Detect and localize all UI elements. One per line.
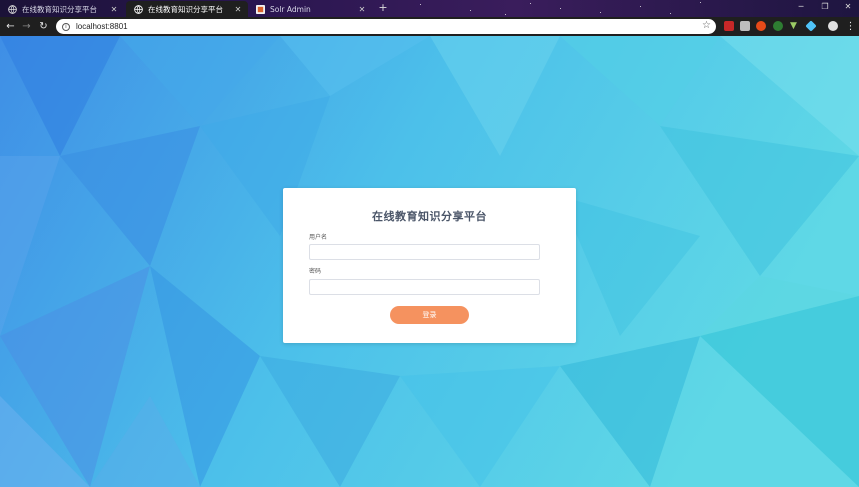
tab-title: 在线教育知识分享平台 <box>148 4 223 14</box>
adblock-extension-icon[interactable] <box>724 21 734 31</box>
tab-title: 在线教育知识分享平台 <box>22 4 97 14</box>
back-arrow-icon[interactable]: ← <box>4 20 17 33</box>
login-card: 在线教育知识分享平台 用户名 密码 登录 <box>283 188 576 343</box>
bookmark-star-icon[interactable]: ☆ <box>702 20 711 31</box>
url-text[interactable]: localhost:8801 <box>76 22 128 31</box>
menu-icon[interactable]: ⋮ <box>844 20 857 33</box>
globe-icon <box>134 4 143 14</box>
tab-online-education-2[interactable]: 在线教育知识分享平台 ✕ <box>126 1 248 17</box>
username-label: 用户名 <box>309 234 328 241</box>
browser-toolbar: ← → ↻ i localhost:8801 ☆ ▼ ⋮ <box>0 17 859 36</box>
close-tab-icon[interactable]: ✕ <box>233 5 243 14</box>
close-tab-icon[interactable]: ✕ <box>109 5 119 14</box>
globe-icon <box>8 4 17 14</box>
close-tab-icon[interactable]: ✕ <box>357 5 367 14</box>
info-icon[interactable]: i <box>62 22 70 31</box>
forward-arrow-icon[interactable]: → <box>20 20 33 33</box>
browser-tab-strip: 在线教育知识分享平台 ✕ 在线教育知识分享平台 ✕ Solr Admin ✕ +… <box>0 0 859 17</box>
solr-icon <box>256 4 265 14</box>
login-page: 在线教育知识分享平台 用户名 密码 登录 <box>0 36 859 487</box>
address-bar[interactable]: i localhost:8801 ☆ <box>56 19 716 34</box>
tab-title: Solr Admin <box>270 4 311 14</box>
username-input[interactable] <box>309 244 540 260</box>
extension-icon[interactable] <box>805 20 817 32</box>
login-button[interactable]: 登录 <box>390 306 469 324</box>
extension-icon[interactable] <box>773 21 783 31</box>
password-label: 密码 <box>309 268 322 275</box>
tab-solr-admin[interactable]: Solr Admin ✕ <box>248 1 372 17</box>
page-title: 在线教育知识分享平台 <box>372 210 487 223</box>
password-input[interactable] <box>309 279 540 295</box>
close-window-button[interactable]: ✕ <box>835 0 859 14</box>
extension-icon[interactable] <box>740 21 750 31</box>
new-tab-button[interactable]: + <box>377 2 389 14</box>
extension-icon[interactable] <box>756 21 766 31</box>
avatar[interactable] <box>828 21 838 31</box>
tab-online-education-1[interactable]: 在线教育知识分享平台 ✕ <box>0 1 124 17</box>
reload-icon[interactable]: ↻ <box>37 20 50 33</box>
vue-devtools-icon[interactable]: ▼ <box>790 21 800 31</box>
minimize-button[interactable]: ─ <box>788 0 814 14</box>
